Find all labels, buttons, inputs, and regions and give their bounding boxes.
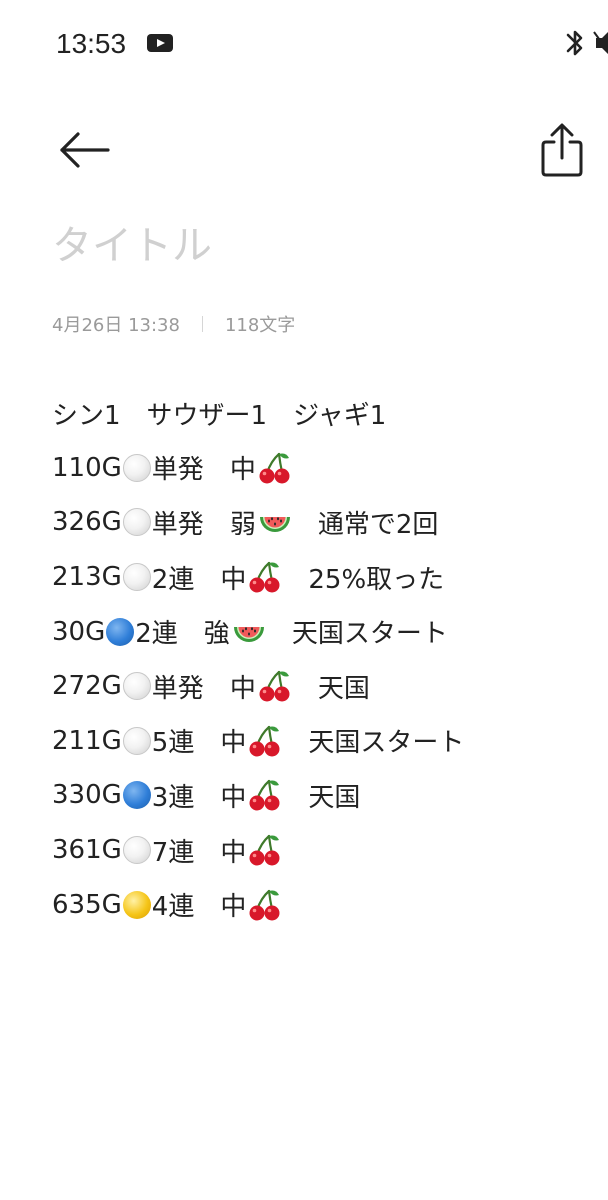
share-button[interactable] [526,114,598,186]
entry-spacer [292,504,318,541]
cherry-icon [259,452,290,484]
status-bar: 13:53 [0,0,608,88]
watermelon-icon [259,517,290,533]
white-ball-icon [122,672,151,701]
white-ball-icon [122,726,151,755]
entry-games: 110G [52,452,122,483]
cherry-icon [249,834,280,866]
entry-spacer [266,613,292,650]
entry-role: 中 [229,455,256,486]
entry-role: 中 [220,892,247,923]
note-entry-line: 211G 5連 中 天国スタート [52,714,592,769]
entry-note: 天国スタート [291,619,448,650]
entry-note: 天国スタート [308,728,465,759]
note-entry-line: 330G 3連 中 天国 [52,768,592,823]
entry-run: 単発 [151,673,204,704]
entry-run: 2連 [135,619,178,650]
share-icon [541,123,583,177]
mute-icon [593,31,608,54]
status-time: 13:53 [56,28,127,59]
note-header-line: シン1 サウザー1 ジャギ1 [52,400,387,431]
meta-divider [201,316,203,332]
entry-run: 4連 [151,892,195,923]
cherry-icon [249,725,280,757]
entry-role: 中 [220,564,247,595]
note-entry-line: 361G 7連 中 [52,823,592,878]
youtube-notification-icon [147,34,173,52]
entry-spacer [194,886,220,923]
title-input[interactable]: タイトル [52,218,572,276]
note-entry-line: 30G 2連 強 天国スタート [52,604,592,659]
cherry-icon [249,889,280,921]
note-entry-line: 110G 単発 中 [52,441,592,496]
entry-spacer [204,504,230,541]
cherry-icon [249,561,280,593]
entry-games: 211G [52,725,122,756]
entry-spacer [194,832,220,869]
bluetooth-icon [566,30,583,56]
arrow-left-icon [60,132,110,168]
toolbar [0,110,608,190]
back-button[interactable] [48,118,120,182]
entry-role: 中 [220,782,247,813]
cherry-icon [259,671,290,702]
entry-run: 2連 [151,564,195,595]
entry-games: 30G [52,616,106,647]
entry-spacer [194,777,220,814]
entry-spacer [194,559,220,596]
entry-run: 単発 [151,455,204,486]
entry-spacer [194,722,220,759]
note-entry-line: 326G 単発 弱 通常で2回 [52,495,592,550]
note-body[interactable]: シン1 サウザー1 ジャギ1 110G 単発 中 326G 単発 弱 通常で2回 213… [52,386,592,932]
white-ball-icon [122,508,151,537]
entry-run: 7連 [151,837,195,868]
entry-note: 25%取った [308,564,445,595]
entry-spacer [204,668,230,705]
entry-run: 3連 [151,782,195,813]
watermelon-icon [233,626,264,642]
entry-note: 通常で2回 [317,509,439,540]
blue-ball-icon [122,781,151,810]
entry-role: 弱 [229,509,256,540]
note-meta: 4月26日 13:38 118文字 [52,310,295,338]
entry-games: 635G [52,889,122,920]
entry-spacer [282,722,308,759]
entry-games: 213G [52,562,122,593]
note-entry-line: 272G 単発 中 天国 [52,659,592,714]
cherry-icon [249,780,280,811]
note-entry-line: 635G 4連 中 [52,877,592,932]
entry-role: 中 [229,673,256,704]
entry-role: 中 [220,837,247,868]
entry-games: 272G [52,671,122,702]
entry-spacer [292,668,318,705]
blue-ball-icon [106,617,135,646]
entry-run: 5連 [151,728,195,759]
entry-spacer [282,777,308,814]
entry-games: 326G [52,507,122,538]
entry-games: 361G [52,835,122,866]
entry-spacer [282,559,308,596]
entry-spacer [178,613,204,650]
yellow-ball-icon [122,890,151,919]
entry-run: 単発 [151,509,204,540]
entry-note: 天国 [308,782,361,813]
note-char-count: 118文字 [224,315,296,336]
entry-role: 強 [203,619,230,650]
white-ball-icon [122,563,151,592]
note-date: 4月26日 13:38 [52,315,180,336]
entry-games: 330G [52,780,122,811]
entry-note: 天国 [317,673,370,704]
white-ball-icon [122,453,151,482]
entry-role: 中 [220,728,247,759]
entry-spacer [204,449,230,486]
white-ball-icon [122,836,151,865]
note-entry-line: 213G 2連 中 25%取った [52,550,592,605]
